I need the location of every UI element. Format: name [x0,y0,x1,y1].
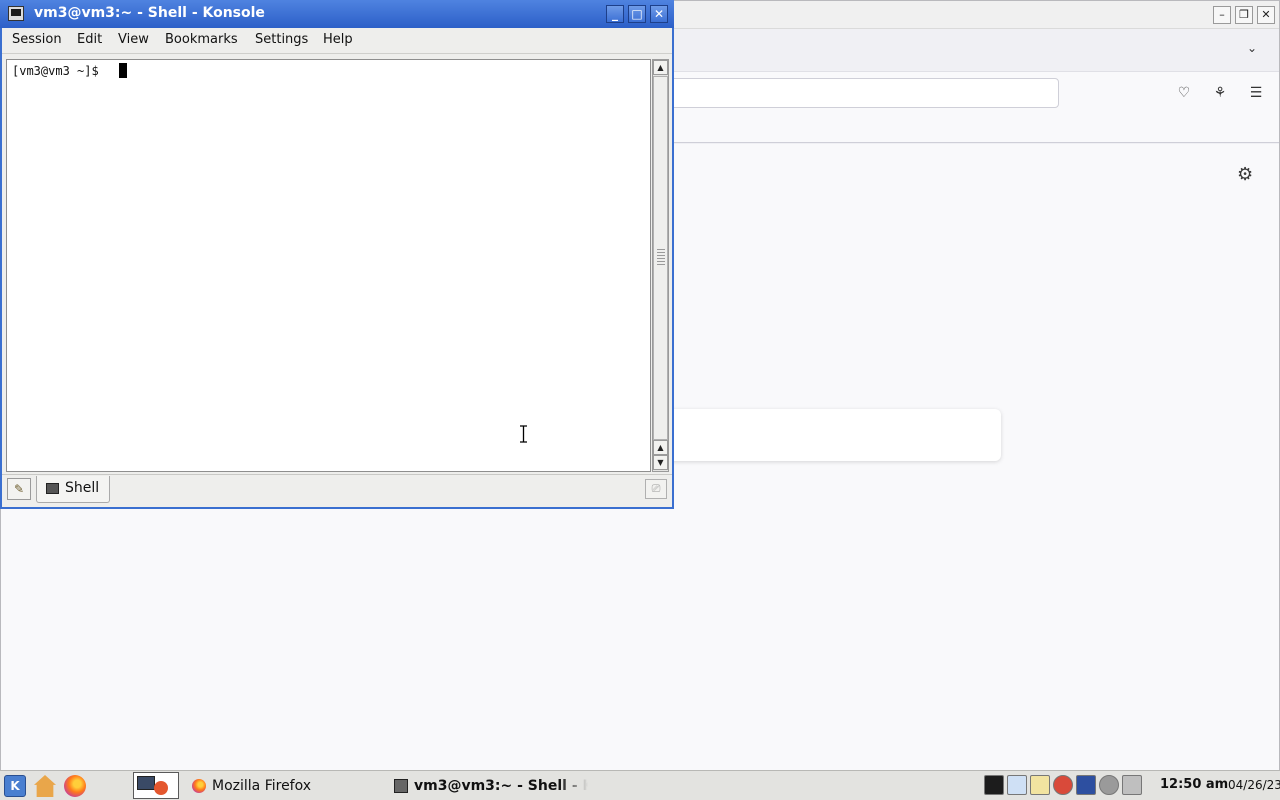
konsole-window: vm3@vm3:~ - Shell - Konsole _ □ ✕ Sessio… [0,0,674,509]
close-button[interactable]: ✕ [650,5,668,23]
hamburger-menu-icon[interactable]: ☰ [1247,84,1265,102]
menu-settings[interactable]: Settings [255,32,308,47]
terminal-area[interactable]: [vm3@vm3 ~]$ [6,59,651,472]
extensions-icon[interactable]: ⚘ [1211,84,1229,102]
chevron-down-icon[interactable]: ⌄ [1247,41,1263,57]
scroll-up-button[interactable]: ▲ [653,60,668,75]
new-session-button[interactable]: ✎ [7,478,31,500]
pocket-icon[interactable]: ♡ [1175,84,1193,102]
scroll-slider[interactable] [653,76,668,440]
terminal-icon [46,483,59,494]
volume-tray-icon[interactable] [1099,775,1119,795]
firefox-mini-icon [154,781,168,795]
menu-session[interactable]: Session [12,32,62,47]
konsole-titlebar[interactable]: vm3@vm3:~ - Shell - Konsole _ □ ✕ [0,0,674,28]
menu-edit[interactable]: Edit [77,32,102,47]
taskbar-item-konsole[interactable]: vm3@vm3:~ - Shell - Konsole [394,774,588,798]
menu-bookmarks[interactable]: Bookmarks [165,32,238,47]
minimize-button[interactable]: _ [606,5,624,23]
shell-prompt: [vm3@vm3 ~]$ [12,64,106,78]
close-button[interactable]: ✕ [1257,6,1275,24]
menu-bar: Session Edit View Bookmarks Settings Hel… [2,28,672,54]
terminal-tray-icon[interactable] [984,775,1004,795]
clock-date[interactable]: 04/26/23 [1228,778,1280,792]
taskbar: K Mozilla Firefox vm3@vm3:~ - Shell - Ko… [0,770,1280,800]
kget-tray-icon[interactable] [1030,775,1050,795]
taskbar-item-firefox[interactable]: Mozilla Firefox [192,774,382,798]
home-icon[interactable] [34,775,56,797]
scroll-down-button[interactable]: ▼ [653,455,668,470]
gear-icon[interactable]: ⚙ [1237,166,1255,184]
k-menu-icon[interactable]: K [4,775,26,797]
menu-view[interactable]: View [118,32,149,47]
konsole-icon[interactable] [8,6,24,21]
system-tray [984,775,1142,795]
menu-help[interactable]: Help [323,32,353,47]
tab-label: Shell [65,480,100,496]
grip-icon [657,249,665,267]
display-tray-icon[interactable] [1076,775,1096,795]
maximize-button[interactable]: □ [628,5,646,23]
taskbar-item-label: vm3@vm3:~ - Shell - Konsole [414,778,588,794]
ibeam-cursor-icon [520,425,527,443]
desktop-pager[interactable] [133,772,179,799]
window-title: vm3@vm3:~ - Shell - Konsole [34,5,265,21]
printer-tray-icon[interactable] [1122,775,1142,795]
vertical-scrollbar[interactable]: ▲ ▲ ▼ [652,59,669,472]
restore-button[interactable]: ❐ [1235,6,1253,24]
konsole-mini-icon [137,776,155,790]
tab-shell[interactable]: Shell [36,476,110,503]
session-tab-bar: ✎ Shell ⎚ [2,474,672,507]
firefox-icon[interactable] [64,775,86,797]
taskbar-item-label: Mozilla Firefox [212,778,312,794]
close-session-button[interactable]: ⎚ [645,479,667,499]
scroll-up-button-lower[interactable]: ▲ [653,440,668,455]
text-cursor [119,63,127,78]
network-tray-icon[interactable] [1053,775,1073,795]
terminal-icon [394,779,408,793]
clock-time[interactable]: 12:50 am [1160,777,1228,792]
firefox-icon [192,779,206,793]
minimize-button[interactable]: – [1213,6,1231,24]
clipboard-tray-icon[interactable] [1007,775,1027,795]
